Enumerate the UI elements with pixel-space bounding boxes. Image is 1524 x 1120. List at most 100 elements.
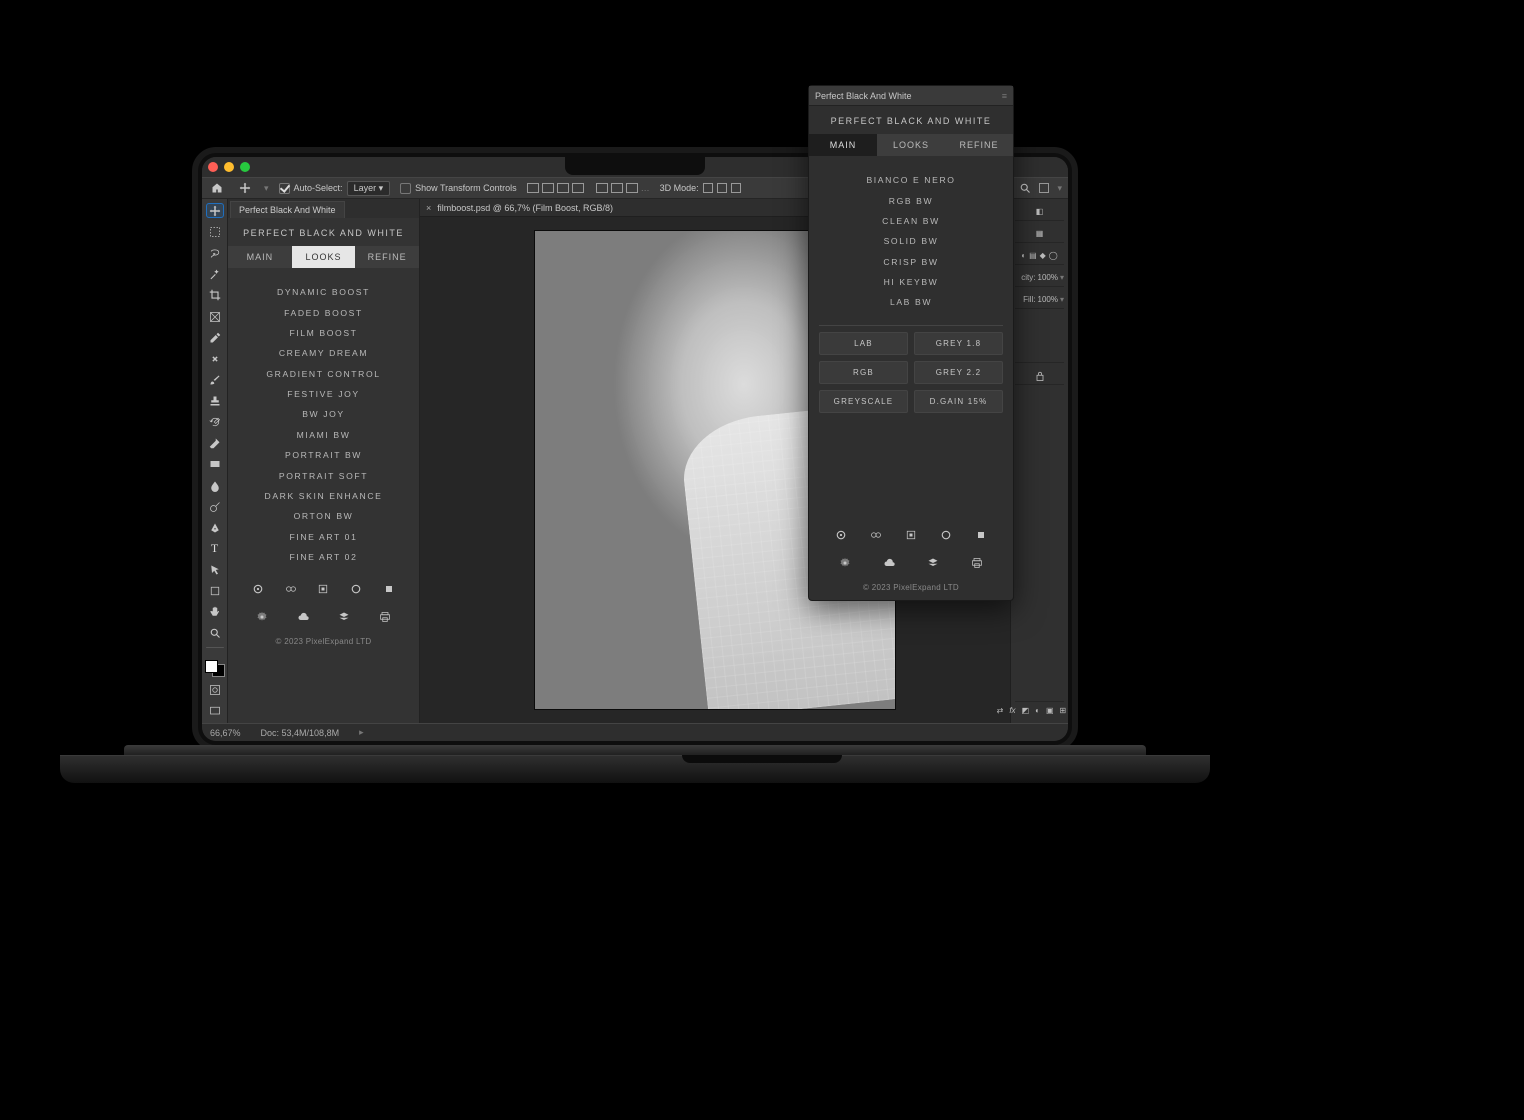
search-icon[interactable] [1019,182,1031,194]
bw-method-item[interactable]: LAB BW [809,292,1013,312]
brush-tool-icon[interactable] [206,372,224,387]
color-panel-icon[interactable]: ◧ [1015,203,1064,221]
swatches-panel-icon[interactable]: ▦ [1015,225,1064,243]
shape-tool-icon[interactable] [206,584,224,599]
colorspace-button[interactable]: GREY 2.2 [914,361,1003,384]
eyedropper-tool-icon[interactable] [206,330,224,345]
square-dot-icon[interactable] [317,583,329,595]
ring-icon[interactable] [350,583,362,595]
blur-tool-icon[interactable] [206,478,224,493]
document-tab[interactable]: × filmboost.psd @ 66,7% (Film Boost, RGB… [426,203,613,213]
home-icon[interactable] [208,179,226,197]
marquee-tool-icon[interactable] [206,224,224,239]
align-icon[interactable] [542,183,554,193]
dolly-icon[interactable] [731,183,741,193]
bw-method-item[interactable]: BIANCO E NERO [809,170,1013,190]
float-titlebar[interactable]: Perfect Black And White ≡ [809,86,1013,106]
look-item[interactable]: FESTIVE JOY [228,384,419,404]
healing-tool-icon[interactable] [206,351,224,366]
print-icon[interactable] [379,611,391,623]
zoom-tool-icon[interactable] [206,626,224,641]
panel-menu-icon[interactable]: ≡ [1002,91,1007,101]
look-item[interactable]: DYNAMIC BOOST [228,282,419,302]
look-item[interactable]: PORTRAIT BW [228,445,419,465]
lasso-tool-icon[interactable] [206,246,224,261]
layers-icon[interactable] [338,611,350,623]
look-item[interactable]: ORTON BW [228,506,419,526]
tab-looks[interactable]: LOOKS [292,246,356,268]
distribute-icon[interactable] [596,183,608,193]
tab-main[interactable]: MAIN [228,246,292,268]
tab-main[interactable]: MAIN [809,134,877,156]
stop-icon[interactable] [975,529,987,541]
close-window-icon[interactable] [208,162,218,172]
type-tool-icon[interactable]: T [206,541,224,556]
pen-tool-icon[interactable] [206,520,224,535]
look-item[interactable]: MIAMI BW [228,425,419,445]
link-icon[interactable]: ⇄ [997,706,1004,715]
eraser-tool-icon[interactable] [206,436,224,451]
look-item[interactable]: DARK SKIN ENHANCE [228,486,419,506]
wand-tool-icon[interactable] [206,267,224,282]
quick-mask-icon[interactable] [206,683,224,698]
stamp-tool-icon[interactable] [206,393,224,408]
auto-select-toggle[interactable]: Auto-Select: Layer ▾ [279,181,391,196]
circle-dot-icon[interactable] [252,583,264,595]
print-icon[interactable] [971,557,983,569]
zoom-window-icon[interactable] [240,162,250,172]
distribute-icon[interactable] [626,183,638,193]
align-icon[interactable] [557,183,569,193]
gear-icon[interactable] [839,557,851,569]
layers-thumb[interactable] [1015,313,1064,363]
cloud-icon[interactable] [297,611,309,623]
cloud-icon[interactable] [883,557,895,569]
colorspace-button[interactable]: LAB [819,332,908,355]
move-tool-icon[interactable] [206,203,224,218]
look-item[interactable]: FADED BOOST [228,302,419,322]
history-brush-icon[interactable] [206,415,224,430]
screen-mode-icon[interactable] [206,704,224,719]
tab-refine[interactable]: REFINE [355,246,419,268]
lock-icon[interactable] [1015,367,1064,385]
circle-dot-icon[interactable] [835,529,847,541]
gradient-tool-icon[interactable] [206,457,224,472]
colorspace-button[interactable]: GREY 1.8 [914,332,1003,355]
show-transform-toggle[interactable]: Show Transform Controls [400,183,517,194]
close-icon[interactable]: × [426,203,431,213]
look-item[interactable]: FINE ART 01 [228,527,419,547]
bw-method-item[interactable]: CLEAN BW [809,211,1013,231]
distribute-icon[interactable] [611,183,623,193]
look-item[interactable]: GRADIENT CONTROL [228,364,419,384]
dodge-tool-icon[interactable] [206,499,224,514]
colorspace-button[interactable]: RGB [819,361,908,384]
new-layer-icon[interactable]: ⊞ [1060,706,1067,715]
bw-method-item[interactable]: RGB BW [809,190,1013,210]
workspace-icon[interactable] [1039,183,1049,193]
layers-icon[interactable] [927,557,939,569]
colorspace-button[interactable]: D.GAIN 15% [914,390,1003,413]
mask-icon[interactable]: ◩ [1022,706,1030,715]
crop-tool-icon[interactable] [206,288,224,303]
look-item[interactable]: FINE ART 02 [228,547,419,567]
align-icon[interactable] [527,183,539,193]
path-select-icon[interactable] [206,562,224,577]
auto-select-dropdown[interactable]: Layer ▾ [347,181,391,196]
tab-refine[interactable]: REFINE [945,134,1013,156]
bw-method-item[interactable]: HI KEYBW [809,272,1013,292]
look-item[interactable]: CREAMY DREAM [228,343,419,363]
move-tool-icon[interactable] [236,179,254,197]
opacity-row[interactable]: city:100%▾ [1015,269,1064,287]
hand-tool-icon[interactable] [206,605,224,620]
link-icon[interactable] [870,529,882,541]
fill-row[interactable]: Fill:100%▾ [1015,291,1064,309]
align-group[interactable]: … [527,183,650,193]
bw-method-item[interactable]: SOLID BW [809,231,1013,251]
foreground-background-swatch[interactable] [205,660,225,677]
minimize-window-icon[interactable] [224,162,234,172]
colorspace-button[interactable]: GREYSCALE [819,390,908,413]
pan-icon[interactable] [717,183,727,193]
status-zoom[interactable]: 66,67% [210,728,241,738]
look-item[interactable]: BW JOY [228,404,419,424]
align-icon[interactable] [572,183,584,193]
stop-icon[interactable] [383,583,395,595]
